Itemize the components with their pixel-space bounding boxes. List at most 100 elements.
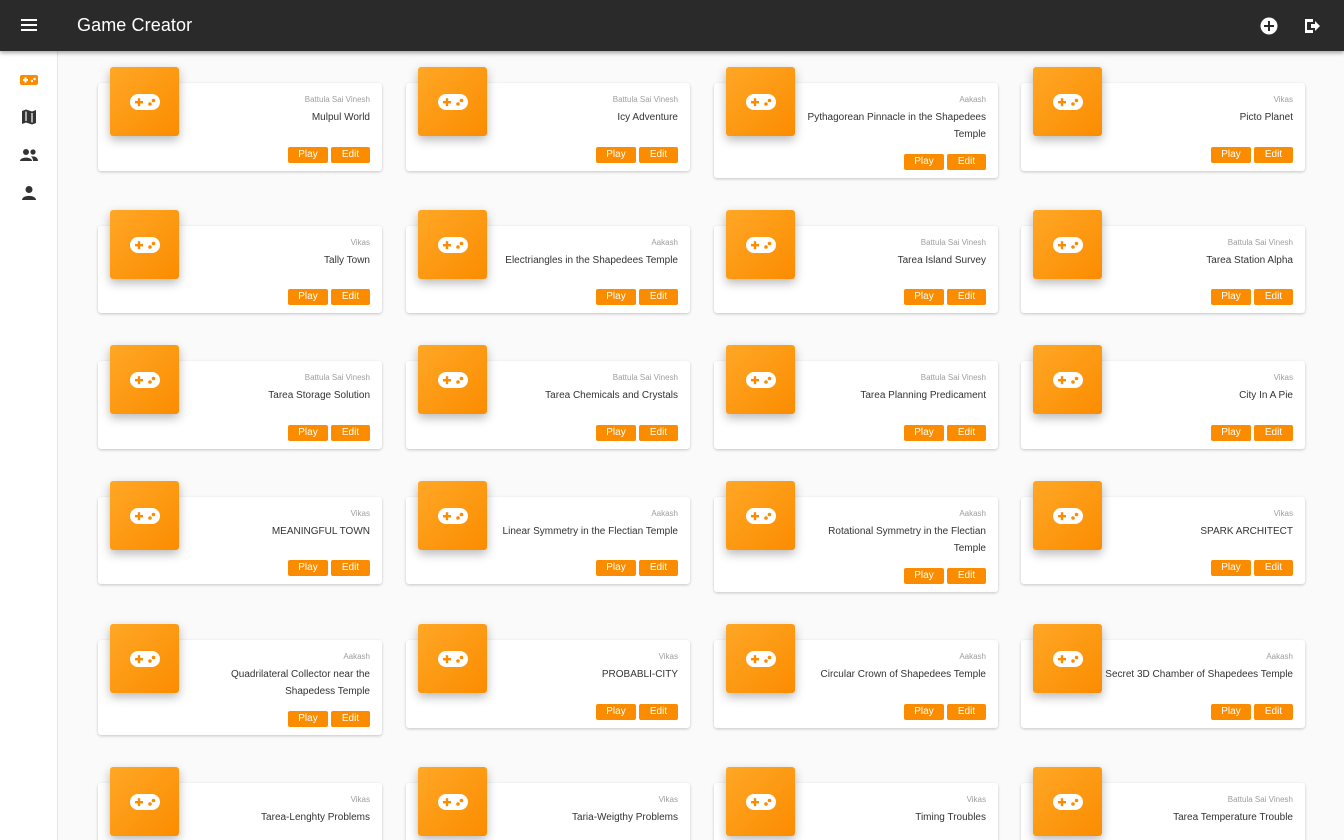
card-actions: Play Edit (288, 289, 370, 305)
game-card[interactable]: Aakash Rotational Symmetry in the Flectia… (714, 481, 998, 592)
game-card[interactable]: Battula Sai Vinesh Tarea Chemicals and Cr… (406, 345, 690, 449)
card-actions: Play Edit (904, 289, 986, 305)
people-icon[interactable] (19, 145, 39, 165)
play-button[interactable]: Play (904, 568, 944, 584)
game-title: Circular Crown of Shapedees Temple (820, 669, 986, 680)
game-card[interactable]: Aakash Quadrilateral Collector near the S… (98, 624, 382, 735)
play-button[interactable]: Play (1211, 289, 1251, 305)
play-button[interactable]: Play (904, 289, 944, 305)
game-title: City In A Pie (1239, 390, 1293, 401)
top-app-bar: Game Creator (0, 0, 1344, 51)
game-author: Vikas (350, 238, 370, 247)
play-button[interactable]: Play (288, 560, 328, 576)
game-card[interactable]: Vikas PROBABLI-CITY Play Edit (406, 624, 690, 728)
play-button[interactable]: Play (596, 147, 636, 163)
edit-button[interactable]: Edit (639, 704, 678, 720)
game-card[interactable]: Vikas MEANINGFUL TOWN Play Edit (98, 481, 382, 584)
game-thumbnail-gamepad-icon (1033, 67, 1102, 136)
play-button[interactable]: Play (1211, 704, 1251, 720)
game-author: Battula Sai Vinesh (304, 95, 370, 104)
play-button[interactable]: Play (596, 425, 636, 441)
game-card[interactable]: Battula Sai Vinesh Tarea Storage Solution… (98, 345, 382, 449)
edit-button[interactable]: Edit (947, 289, 986, 305)
game-card[interactable]: Battula Sai Vinesh Tarea Planning Predica… (714, 345, 998, 449)
hamburger-menu-icon[interactable] (18, 15, 40, 37)
edit-button[interactable]: Edit (331, 147, 370, 163)
play-button[interactable]: Play (596, 704, 636, 720)
card-actions: Play Edit (288, 425, 370, 441)
card-actions: Play Edit (904, 704, 986, 720)
game-card[interactable]: Aakash Linear Symmetry in the Flectian Te… (406, 481, 690, 584)
edit-button[interactable]: Edit (639, 147, 678, 163)
game-title: Rotational Symmetry in the Flectian Temp… (828, 526, 986, 554)
card-actions: Play Edit (596, 560, 678, 576)
game-card[interactable]: Battula Sai Vinesh Mulpul World Play Edit (98, 67, 382, 171)
game-thumbnail-gamepad-icon (110, 67, 179, 136)
game-card[interactable]: Aakash Circular Crown of Shapedees Temple… (714, 624, 998, 728)
edit-button[interactable]: Edit (1254, 147, 1293, 163)
game-card[interactable]: Vikas Picto Planet Play Edit (1021, 67, 1305, 171)
edit-button[interactable]: Edit (947, 154, 986, 170)
play-button[interactable]: Play (288, 147, 328, 163)
edit-button[interactable]: Edit (639, 289, 678, 305)
game-card[interactable]: Battula Sai Vinesh Tarea Temperature Trou… (1021, 767, 1305, 840)
card-actions: Play Edit (1211, 704, 1293, 720)
gamepad-icon[interactable] (19, 70, 39, 90)
game-card[interactable]: Battula Sai Vinesh Tarea Station Alpha Pla… (1021, 210, 1305, 313)
play-button[interactable]: Play (288, 425, 328, 441)
play-button[interactable]: Play (1211, 147, 1251, 163)
card-actions: Play Edit (288, 147, 370, 163)
game-card[interactable]: Aakash Secret 3D Chamber of Shapedees Tem… (1021, 624, 1305, 728)
edit-button[interactable]: Edit (331, 289, 370, 305)
game-card[interactable]: VikasTarea-Lenghty ProblemsPlayEdit (98, 767, 382, 840)
play-button[interactable]: Play (1211, 560, 1251, 576)
map-icon[interactable] (19, 107, 39, 127)
edit-button[interactable]: Edit (947, 704, 986, 720)
game-author: Battula Sai Vinesh (1227, 795, 1293, 804)
logout-icon[interactable] (1302, 16, 1322, 36)
card-actions: Play Edit (288, 560, 370, 576)
game-card[interactable]: Battula Sai Vinesh Tarea Island Survey Pla… (714, 210, 998, 313)
play-button[interactable]: Play (596, 289, 636, 305)
edit-button[interactable]: Edit (1254, 425, 1293, 441)
edit-button[interactable]: Edit (639, 425, 678, 441)
game-thumbnail-gamepad-icon (110, 345, 179, 414)
play-button[interactable]: Play (1211, 425, 1251, 441)
edit-button[interactable]: Edit (331, 425, 370, 441)
edit-button[interactable]: Edit (1254, 289, 1293, 305)
play-button[interactable]: Play (904, 704, 944, 720)
add-circle-icon[interactable] (1259, 16, 1279, 36)
card-actions: Play Edit (904, 154, 986, 170)
game-thumbnail-gamepad-icon (1033, 210, 1102, 279)
game-card[interactable]: Vikas City In A Pie Play Edit (1021, 345, 1305, 449)
game-thumbnail-gamepad-icon (726, 345, 795, 414)
game-thumbnail-gamepad-icon (1033, 345, 1102, 414)
game-author: Battula Sai Vinesh (920, 373, 986, 382)
edit-button[interactable]: Edit (1254, 560, 1293, 576)
game-thumbnail-gamepad-icon (418, 345, 487, 414)
person-icon[interactable] (19, 183, 39, 203)
edit-button[interactable]: Edit (1254, 704, 1293, 720)
edit-button[interactable]: Edit (331, 560, 370, 576)
play-button[interactable]: Play (288, 711, 328, 727)
game-card[interactable]: VikasTiming TroublesPlayEdit (714, 767, 998, 840)
game-card[interactable]: Aakash Pythagorean Pinnacle in the Shaped… (714, 67, 998, 178)
game-thumbnail-gamepad-icon (1033, 624, 1102, 693)
game-card[interactable]: Aakash Electriangles in the Shapedees Tem… (406, 210, 690, 313)
game-card[interactable]: VikasTaria-Weigthy ProblemsPlayEdit (406, 767, 690, 840)
edit-button[interactable]: Edit (331, 711, 370, 727)
game-card[interactable]: Battula Sai Vinesh Icy Adventure Play Edit (406, 67, 690, 171)
game-card[interactable]: Vikas Tally Town Play Edit (98, 210, 382, 313)
play-button[interactable]: Play (596, 560, 636, 576)
game-card[interactable]: Vikas SPARK ARCHITECT Play Edit (1021, 481, 1305, 584)
game-author: Battula Sai Vinesh (920, 238, 986, 247)
game-thumbnail-gamepad-icon (110, 210, 179, 279)
edit-button[interactable]: Edit (947, 425, 986, 441)
play-button[interactable]: Play (288, 289, 328, 305)
game-thumbnail-gamepad-icon (418, 624, 487, 693)
edit-button[interactable]: Edit (947, 568, 986, 584)
game-author: Battula Sai Vinesh (1227, 238, 1293, 247)
play-button[interactable]: Play (904, 154, 944, 170)
play-button[interactable]: Play (904, 425, 944, 441)
edit-button[interactable]: Edit (639, 560, 678, 576)
